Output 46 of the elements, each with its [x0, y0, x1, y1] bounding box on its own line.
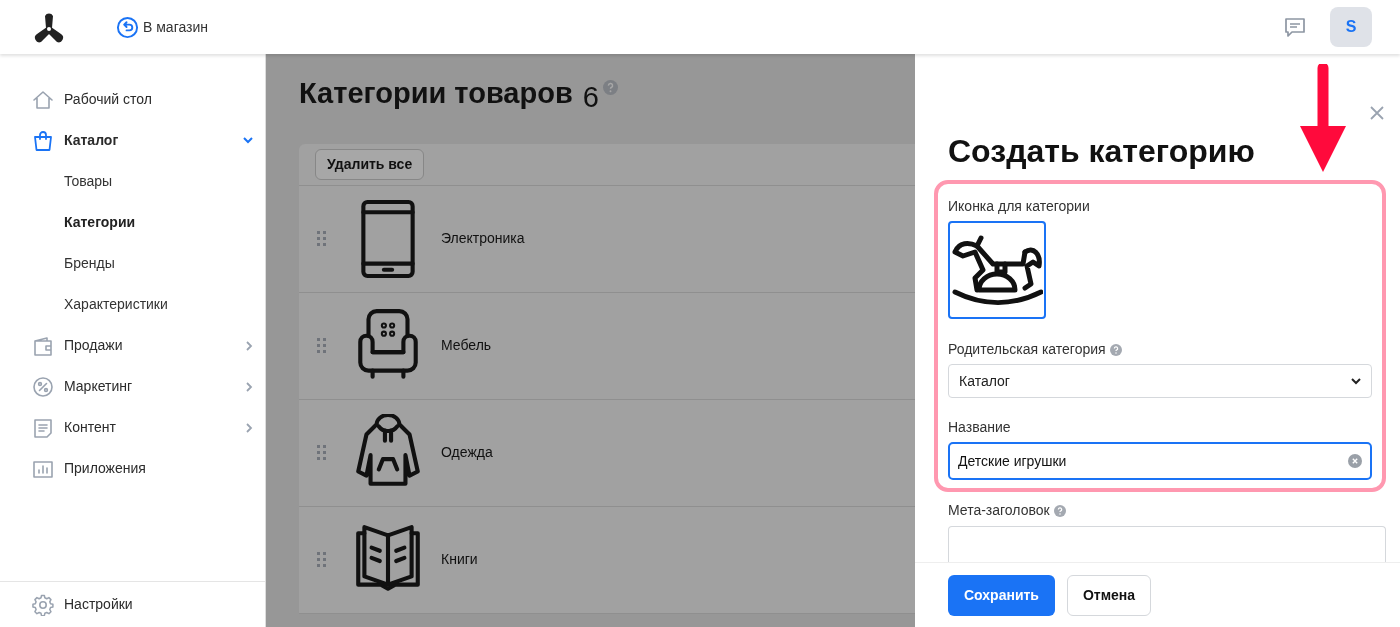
field-label: Название [948, 418, 1012, 438]
field-label: Мета-заголовок [948, 501, 1050, 521]
settings-link[interactable]: Настройки [0, 581, 265, 627]
panel-title: Создать категорию [948, 132, 1256, 171]
document-icon [32, 416, 54, 439]
category-name: Одежда [441, 443, 493, 462]
close-icon[interactable] [1369, 105, 1385, 121]
drag-handle-icon[interactable] [317, 551, 327, 568]
sidebar-subitem[interactable]: Категории [0, 202, 265, 243]
category-name: Мебель [441, 336, 492, 355]
save-button[interactable]: Сохранить [948, 574, 1055, 616]
shopping-bag-icon [32, 129, 54, 152]
sidebar-item[interactable]: Контент [0, 407, 265, 448]
help-icon [1109, 343, 1122, 356]
sidebar-item[interactable]: Рабочий стол [0, 79, 265, 120]
back-to-store-link[interactable]: В магазин [116, 15, 209, 39]
field-label: Иконка для категории [948, 197, 1091, 217]
sidebar-item[interactable]: Каталог [0, 120, 265, 161]
help-icon [1053, 504, 1066, 517]
category-name: Электроника [441, 229, 525, 248]
page-title: Категории товаров [299, 76, 573, 111]
sidebar-item[interactable]: Маркетинг [0, 366, 265, 407]
delete-all-button[interactable]: Удалить все [315, 148, 425, 180]
clear-icon[interactable] [1348, 454, 1362, 469]
house-icon [32, 88, 54, 111]
drag-handle-icon[interactable] [317, 444, 327, 461]
sidebar-item[interactable]: Приложения [0, 448, 265, 489]
sidebar-subitem[interactable]: Бренды [0, 243, 265, 284]
field-label: Родительская категория [948, 340, 1106, 360]
settings-icon [32, 593, 54, 616]
name-input-field[interactable]: Детские игрушки [948, 442, 1372, 481]
chat-icon[interactable] [1284, 16, 1306, 38]
chevron-down-icon [1351, 377, 1361, 385]
drag-handle-icon[interactable] [317, 337, 327, 354]
wallet-icon [32, 334, 54, 357]
parent-category-select[interactable]: Каталог [948, 364, 1372, 399]
drag-handle-icon[interactable] [317, 230, 327, 247]
help-icon [602, 80, 618, 95]
icon-picker[interactable] [948, 221, 1046, 320]
sidebar-subitem[interactable]: Товары [0, 161, 265, 202]
category-count: 6 [582, 80, 599, 115]
sidebar-item[interactable]: Продажи [0, 325, 265, 366]
sidebar-subitem[interactable]: Характеристики [0, 284, 265, 325]
category-name: Книги [441, 550, 478, 569]
cancel-button[interactable]: Отмена [1066, 574, 1152, 616]
percent-icon [32, 375, 54, 398]
